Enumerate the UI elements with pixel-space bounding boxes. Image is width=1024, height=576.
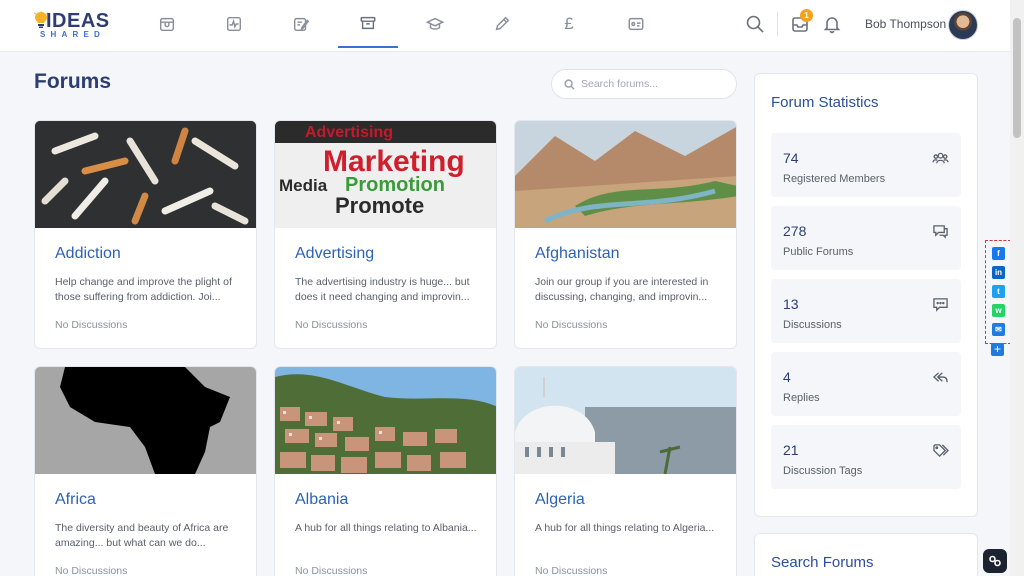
advert-word: Media [279, 176, 328, 195]
stat-discussion-tags: 21 Discussion Tags [771, 425, 961, 489]
forum-search-input[interactable] [581, 78, 731, 90]
forum-title[interactable]: Algeria [535, 491, 585, 509]
nav-courses[interactable] [405, 0, 465, 48]
linkedin-icon[interactable]: in [992, 266, 1005, 279]
forum-statistics-title: Forum Statistics [771, 94, 879, 111]
nav-activity[interactable] [204, 0, 264, 48]
chat-widget-button[interactable] [983, 549, 1007, 573]
header-divider [777, 12, 778, 36]
forum-card-albania[interactable]: Albania A hub for all things relating to… [274, 366, 497, 576]
nav-cards[interactable] [606, 0, 666, 48]
forum-discussion-count: No Discussions [295, 319, 368, 331]
id-card-icon [628, 17, 644, 31]
forum-title[interactable]: Advertising [295, 245, 374, 263]
page-scrollbar[interactable] [1010, 0, 1024, 576]
forum-card-addiction[interactable]: Addiction Help change and improve the pl… [34, 120, 257, 349]
stat-replies: 4 Replies [771, 352, 961, 416]
reply-icon [932, 370, 949, 385]
nav-forums[interactable] [338, 0, 398, 48]
social-share-bar: f in t w ✉ [985, 240, 1011, 344]
stat-label: Registered Members [783, 173, 886, 185]
forum-description: The advertising industry is huge... but … [295, 276, 470, 303]
forum-description: The diversity and beauty of Africa are a… [55, 522, 229, 549]
stat-value: 74 [783, 150, 799, 166]
stat-label: Discussion Tags [783, 465, 863, 477]
forum-card-afghanistan[interactable]: Afghanistan Join our group if you are in… [514, 120, 737, 349]
edit-icon [293, 17, 310, 32]
forum-discussion-count: No Discussions [55, 565, 128, 576]
forum-title[interactable]: Afghanistan [535, 245, 620, 263]
forum-description: A hub for all things relating to Algeria… [535, 522, 715, 534]
link-icon [989, 555, 1001, 567]
user-avatar[interactable] [948, 10, 978, 40]
forum-discussion-count: No Discussions [55, 319, 128, 331]
forum-card-advertising[interactable]: Advertising Marketing Media Promotion Pr… [274, 120, 497, 349]
ideas-shared-logo[interactable]: IDEAS SHARED [34, 10, 114, 42]
forum-title[interactable]: Addiction [55, 245, 121, 263]
forum-image [515, 121, 736, 228]
activity-icon [226, 16, 242, 32]
search-icon [564, 78, 575, 90]
forum-card-africa[interactable]: Africa The diversity and beauty of Afric… [34, 366, 257, 576]
header-search-button[interactable] [745, 14, 765, 34]
whatsapp-icon[interactable]: w [992, 304, 1005, 317]
nav-write[interactable] [472, 0, 532, 48]
forums-icon [932, 224, 949, 239]
nav-payments[interactable]: £ [539, 0, 599, 48]
forum-discussion-count: No Discussions [295, 565, 368, 576]
tag-icon [932, 443, 949, 458]
discussion-icon [932, 297, 949, 312]
stat-value: 278 [783, 223, 807, 239]
store-icon [159, 17, 175, 32]
pound-icon: £ [564, 14, 574, 33]
forum-image [275, 367, 496, 474]
logo-subtitle: SHARED [40, 30, 105, 39]
stat-value: 4 [783, 369, 791, 385]
forum-description: A hub for all things relating to Albania… [295, 522, 477, 534]
nav-store[interactable] [137, 0, 197, 48]
twitter-icon[interactable]: t [992, 285, 1005, 298]
forums-archive-icon [360, 16, 376, 30]
forum-discussion-count: No Discussions [535, 565, 608, 576]
bell-icon [823, 17, 841, 34]
forum-description: Join our group if you are interested in … [535, 276, 709, 303]
notifications-button[interactable] [822, 14, 842, 34]
stat-label: Discussions [783, 319, 842, 331]
nav-blog[interactable] [271, 0, 331, 48]
top-navigation-bar: IDEAS SHARED £ 1 Bob Thompson [0, 0, 1010, 52]
stat-registered-members: 74 Registered Members [771, 133, 961, 197]
forum-image [35, 367, 256, 474]
forum-image: Advertising Marketing Media Promotion Pr… [275, 121, 496, 228]
forum-title[interactable]: Albania [295, 491, 348, 509]
forum-image [515, 367, 736, 474]
search-forums-title: Search Forums [771, 554, 874, 571]
user-name[interactable]: Bob Thompson [865, 17, 946, 31]
stat-value: 13 [783, 296, 799, 312]
forum-image [35, 121, 256, 228]
forum-card-algeria[interactable]: Algeria A hub for all things relating to… [514, 366, 737, 576]
stat-public-forums: 278 Public Forums [771, 206, 961, 270]
forum-search-box[interactable] [551, 69, 737, 99]
pencil-icon [495, 16, 510, 31]
facebook-icon[interactable]: f [992, 247, 1005, 260]
page-title: Forums [34, 70, 112, 93]
advert-word: Advertising [305, 124, 393, 141]
stat-label: Public Forums [783, 246, 854, 258]
email-icon[interactable]: ✉ [992, 323, 1005, 336]
stat-value: 21 [783, 442, 799, 458]
advert-word: Promote [335, 193, 424, 218]
forum-discussion-count: No Discussions [535, 319, 608, 331]
forum-statistics-panel: Forum Statistics 74 Registered Members 2… [754, 73, 978, 517]
messages-badge: 1 [800, 9, 813, 22]
stat-label: Replies [783, 392, 820, 404]
members-icon [932, 151, 949, 166]
graduation-cap-icon [426, 17, 444, 30]
scrollbar-thumb[interactable] [1013, 18, 1021, 138]
search-forums-panel: Search Forums [754, 533, 978, 576]
forum-description: Help change and improve the plight of th… [55, 276, 232, 303]
stat-discussions: 13 Discussions [771, 279, 961, 343]
share-more-button[interactable]: + [991, 343, 1004, 356]
forum-title[interactable]: Africa [55, 491, 96, 509]
search-icon [746, 15, 764, 33]
